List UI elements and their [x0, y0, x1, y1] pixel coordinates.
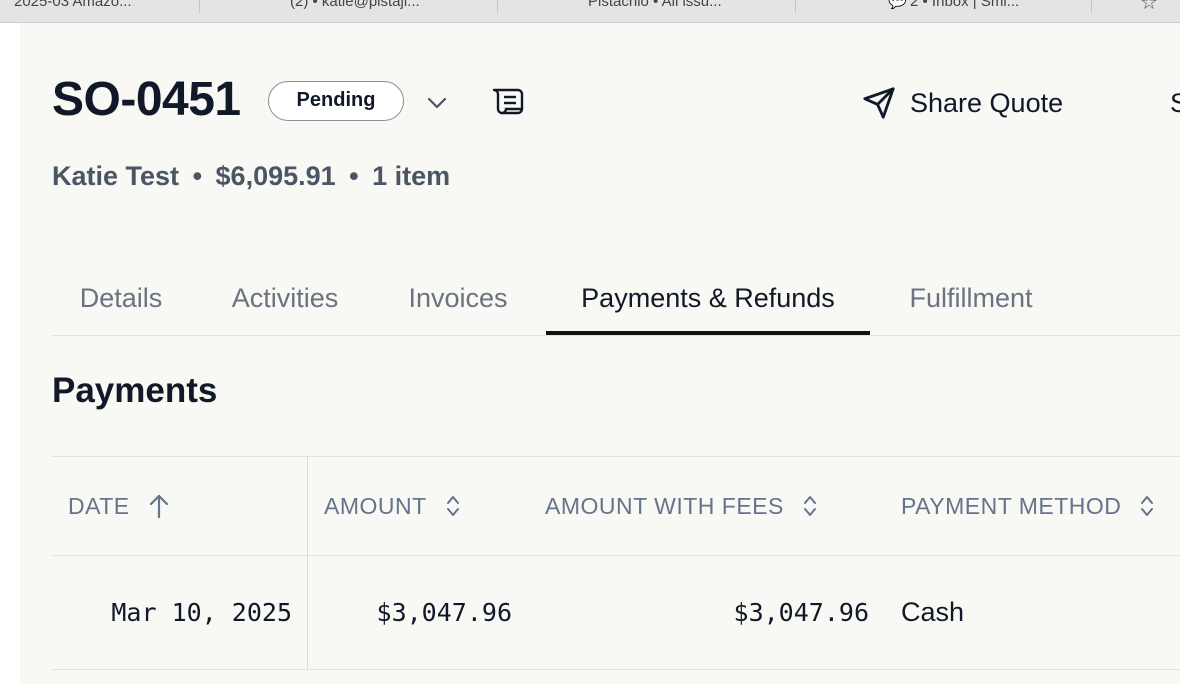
- cell-payment-method: Cash: [901, 597, 965, 627]
- browser-tab[interactable]: (2) • katie@pistaji...: [200, 0, 498, 13]
- page-title: SO-0451: [52, 73, 241, 126]
- left-edge: [0, 23, 20, 684]
- chevron-down-icon[interactable]: [425, 91, 449, 115]
- payments-heading: Payments: [52, 371, 218, 410]
- table-row[interactable]: Mar 10, 2025 $3,047.96 $3,047.96 Cash: [52, 556, 1180, 670]
- star-icon[interactable]: ☆: [1140, 0, 1158, 15]
- browser-tab-strip: 2025-03 Amazo... (2) • katie@pistaji... …: [0, 0, 1180, 23]
- tab-payments-refunds[interactable]: Payments & Refunds: [546, 263, 870, 335]
- column-divider: [307, 556, 308, 669]
- cell-date: Mar 10, 2025: [111, 598, 292, 627]
- cell-amount: $3,047.96: [376, 598, 512, 627]
- share-quote-button[interactable]: Share Quote: [862, 83, 1063, 123]
- scroll-icon[interactable]: [492, 87, 526, 117]
- browser-tab[interactable]: 💬 2 • Inbox | Smi...: [796, 0, 1092, 13]
- column-header-label: AMOUNT WITH FEES: [545, 492, 784, 519]
- send-icon: [863, 87, 895, 119]
- sort-icon: [1141, 496, 1154, 516]
- browser-tab-label: 2025-03 Amazo...: [14, 0, 132, 10]
- browser-tab-label: Pistachio • All issu...: [588, 0, 722, 10]
- table-header: DATE AMOUNT AMOUNT WITH FEES PAYMENT MET…: [52, 456, 1180, 556]
- column-header-payment-method[interactable]: PAYMENT METHOD: [901, 457, 1155, 555]
- tab-invoices[interactable]: Invoices: [402, 263, 514, 335]
- sort-icon: [803, 496, 816, 516]
- customer-name: Katie Test: [52, 161, 180, 191]
- order-page: SO-0451 Pending Share Quote S Katie Test…: [20, 23, 1180, 684]
- status-badge[interactable]: Pending: [268, 81, 404, 121]
- browser-tab-label: (2) • katie@pistaji...: [290, 0, 420, 10]
- column-header-label: DATE: [68, 492, 130, 519]
- column-header-amount[interactable]: AMOUNT: [324, 457, 461, 555]
- browser-tab[interactable]: 2025-03 Amazo...: [0, 0, 200, 13]
- column-header-date[interactable]: DATE: [68, 457, 170, 555]
- browser-tab-label: 2 • Inbox | Smi...: [910, 0, 1020, 10]
- chat-bubble-icon: 💬: [888, 0, 907, 10]
- share-quote-label: Share Quote: [910, 87, 1064, 118]
- tab-activities[interactable]: Activities: [222, 263, 348, 335]
- separator: •: [349, 161, 359, 191]
- column-header-amount-with-fees[interactable]: AMOUNT WITH FEES: [545, 457, 818, 555]
- payments-table: DATE AMOUNT AMOUNT WITH FEES PAYMENT MET…: [52, 456, 1180, 670]
- cell-amount-with-fees: $3,047.96: [733, 598, 869, 627]
- sort-icon: [446, 496, 459, 516]
- browser-tab[interactable]: Pistachio • All issu...: [498, 0, 796, 13]
- tab-fulfillment[interactable]: Fulfillment: [900, 263, 1042, 335]
- column-header-label: PAYMENT METHOD: [901, 492, 1122, 519]
- order-summary: Katie Test • $6,095.91 • 1 item: [52, 161, 450, 192]
- item-count: 1 item: [372, 161, 451, 191]
- arrow-up-icon: [149, 494, 168, 519]
- tab-details[interactable]: Details: [52, 263, 190, 335]
- order-tabs: Details Activities Invoices Payments & R…: [52, 263, 1180, 336]
- clipped-button-label[interactable]: S: [1170, 83, 1180, 123]
- column-header-label: AMOUNT: [324, 492, 427, 519]
- separator: •: [192, 161, 203, 191]
- column-divider: [307, 457, 308, 555]
- order-total: $6,095.91: [215, 161, 336, 191]
